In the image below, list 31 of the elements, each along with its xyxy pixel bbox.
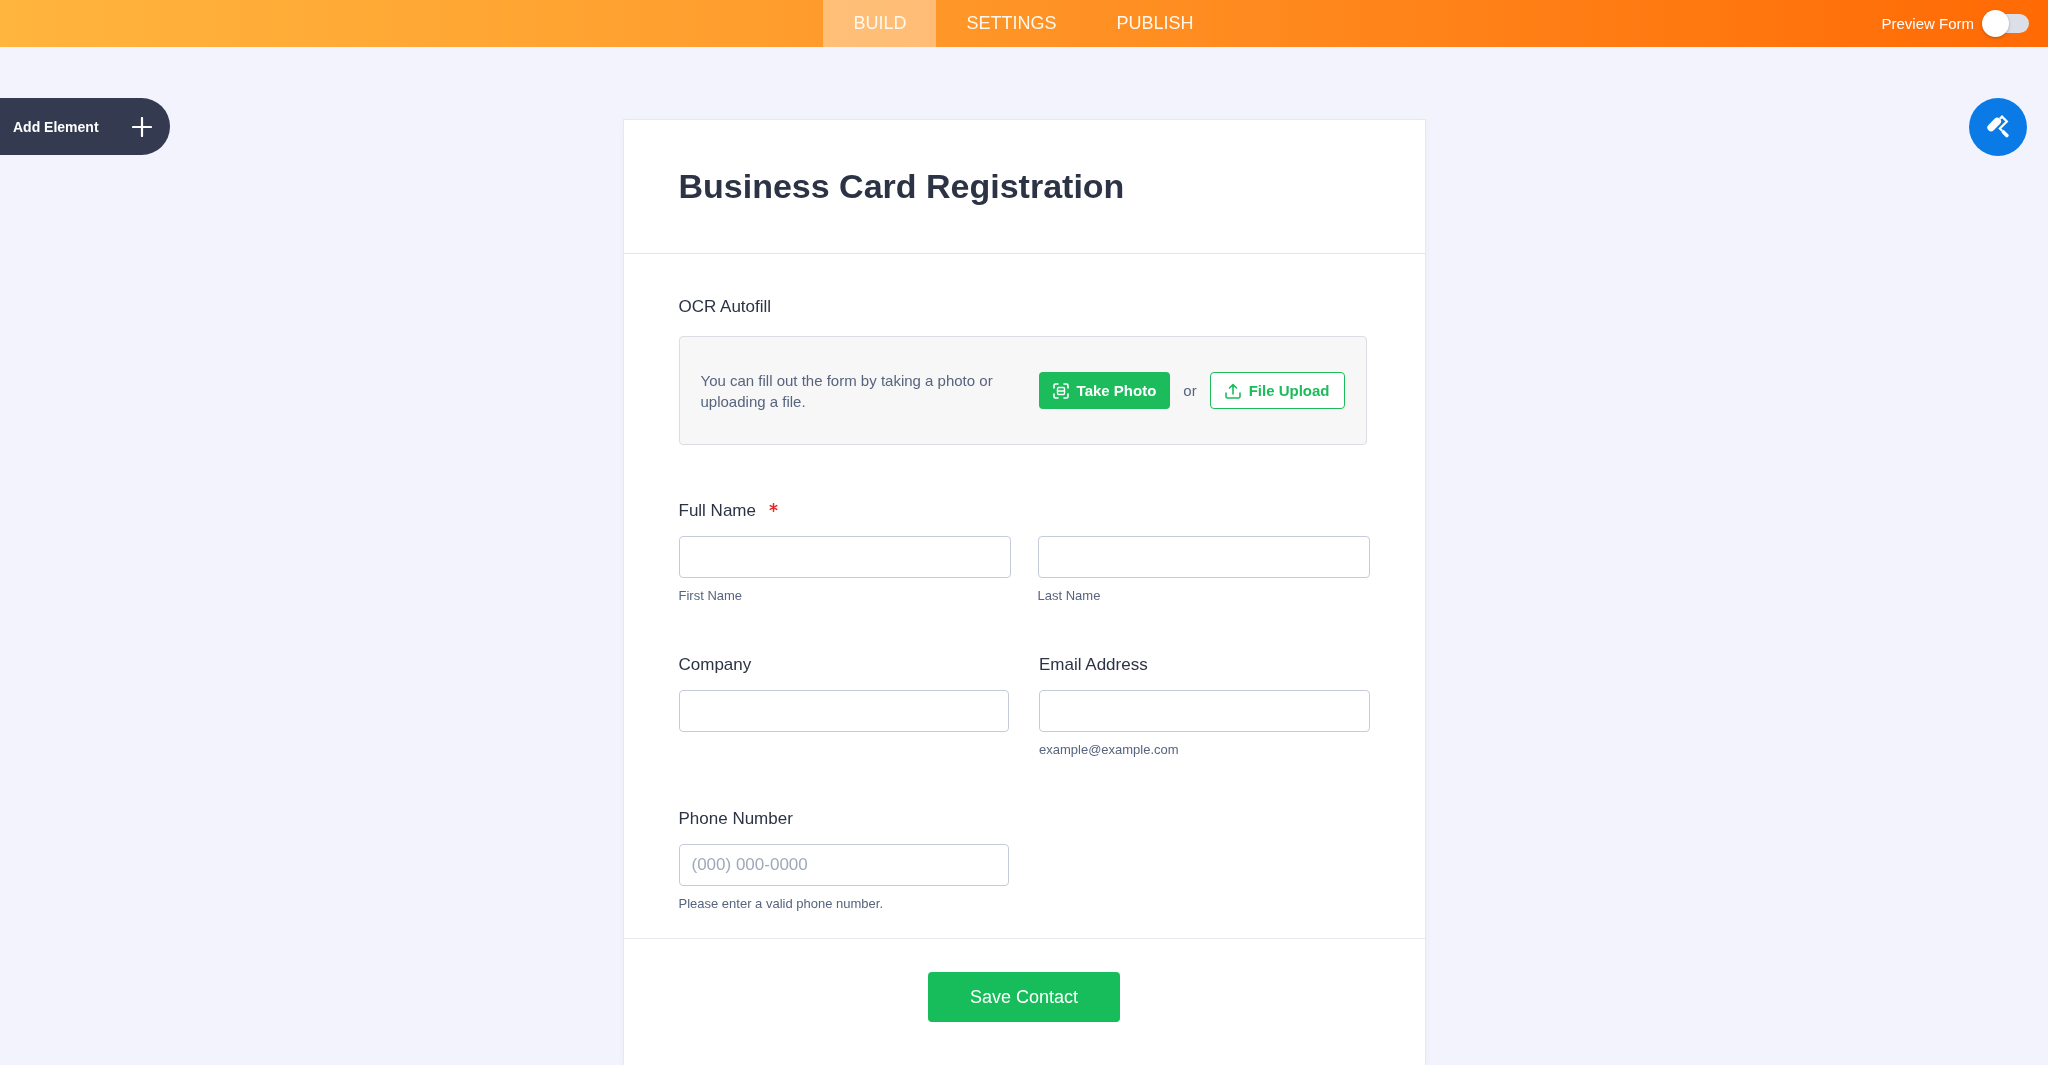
field-sublabel: Please enter a valid phone number. xyxy=(678,895,885,913)
scan-icon xyxy=(1052,382,1069,399)
ocr-description: You can fill out the form by taking a photo or uploading a file. xyxy=(700,370,994,412)
tab[interactable]: BUILD xyxy=(823,0,937,47)
input-field[interactable] xyxy=(678,690,1009,732)
paint-roller-icon xyxy=(1985,114,2011,140)
field-label: Email Address xyxy=(1039,654,1148,676)
plus-icon xyxy=(132,116,152,137)
upload-icon xyxy=(1224,382,1241,399)
tab[interactable]: PUBLISH xyxy=(1086,0,1224,47)
save-contact-button[interactable]: Save Contact xyxy=(928,972,1120,1022)
separator-text: or xyxy=(1183,382,1197,399)
input-field[interactable] xyxy=(1037,536,1370,578)
field-sublabel: example@example.com xyxy=(1039,741,1180,759)
field-label: Full Name xyxy=(678,500,756,522)
file-upload-button[interactable]: File Upload xyxy=(1209,372,1345,409)
tab[interactable]: SETTINGS xyxy=(936,0,1087,47)
field-sublabel: First Name xyxy=(678,587,744,605)
add-element-button[interactable]: Add Element xyxy=(0,98,170,155)
field-label: Phone Number xyxy=(678,808,793,830)
take-photo-button[interactable]: Take Photo xyxy=(1038,372,1171,409)
field-label: OCR Autofill xyxy=(678,296,772,318)
field-label: Company xyxy=(678,654,752,676)
input-field[interactable] xyxy=(678,536,1011,578)
field-sublabel: Last Name xyxy=(1037,587,1102,605)
input-field[interactable]: (000) 000-0000 xyxy=(678,844,1009,886)
input-field[interactable] xyxy=(1039,690,1370,732)
preview-form-label: Preview Form xyxy=(1881,15,1974,32)
preview-toggle[interactable] xyxy=(1982,10,2029,37)
form-title: Business Card Registration xyxy=(678,167,1125,206)
paint-roller-button[interactable] xyxy=(1969,98,2027,156)
